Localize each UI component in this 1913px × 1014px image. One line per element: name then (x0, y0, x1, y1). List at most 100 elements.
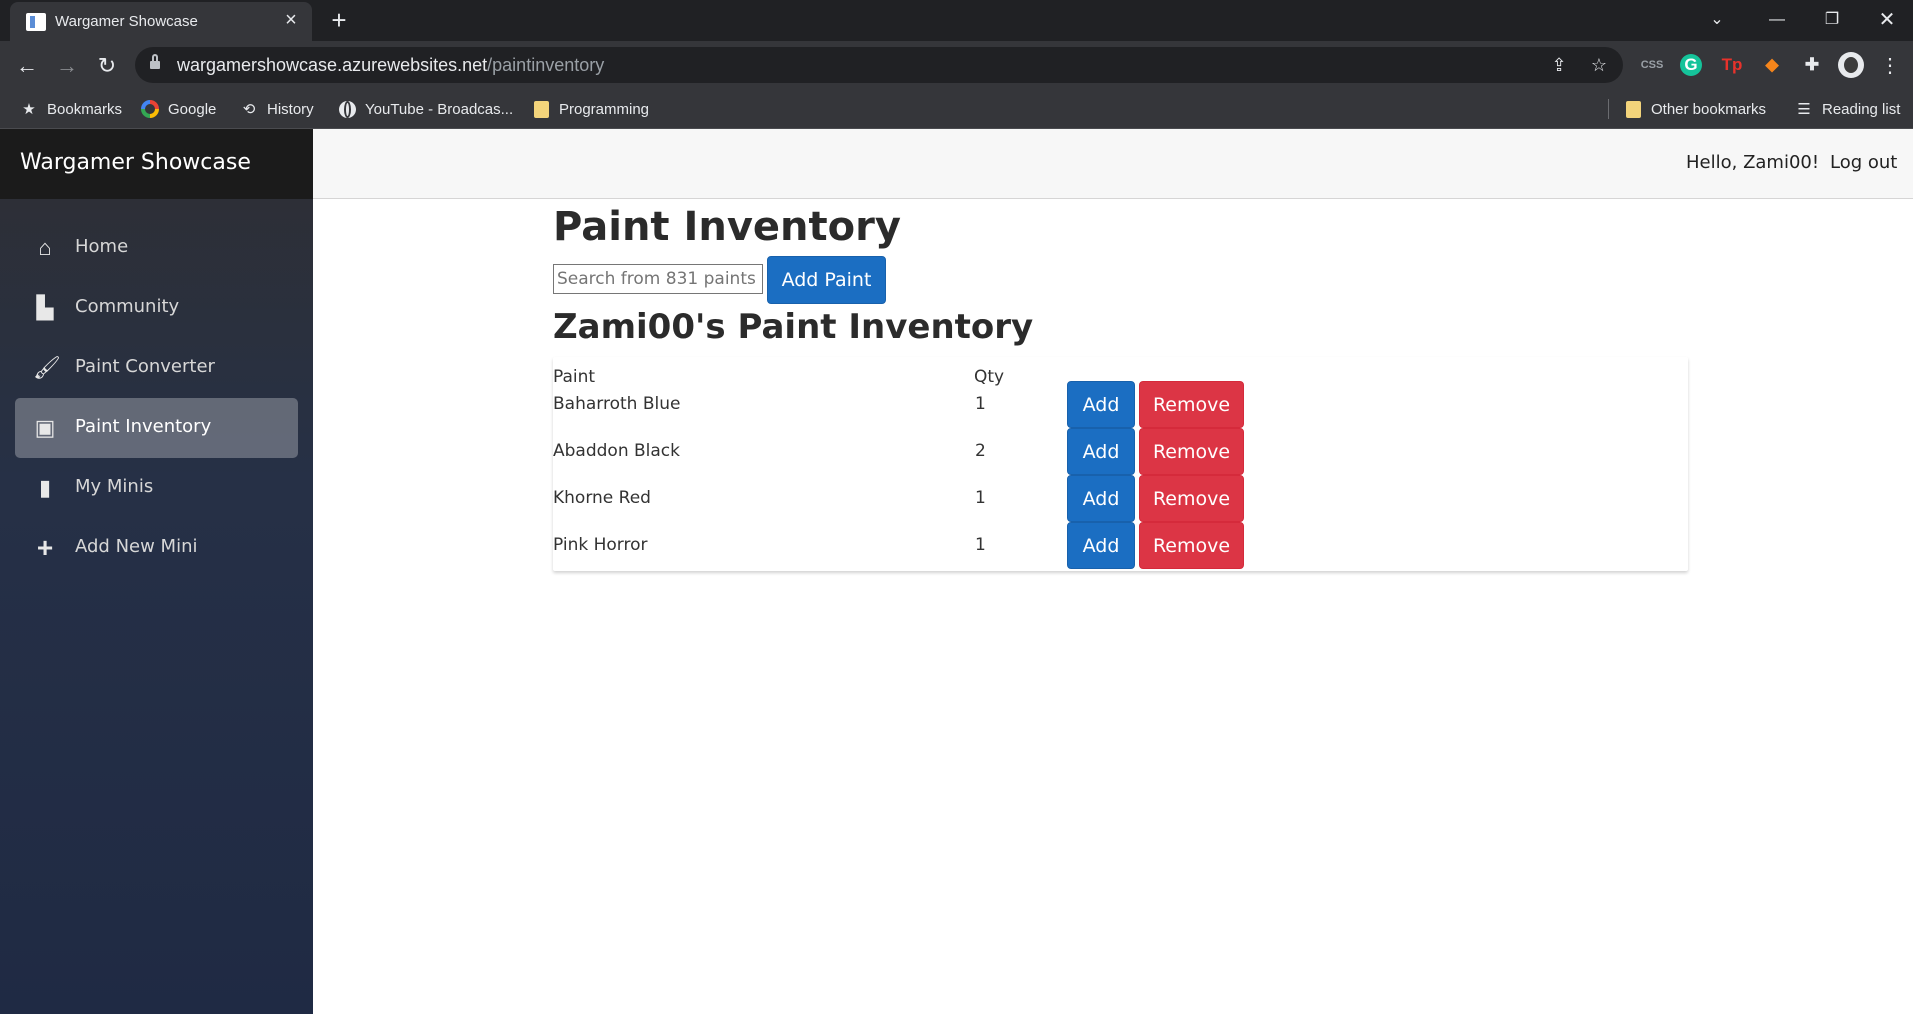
css-extension-icon[interactable]: CSS (1640, 53, 1664, 77)
back-icon[interactable]: ← (12, 51, 42, 81)
browser-toolbar: ← → ↻ wargamershowcase.azurewebsites.net… (0, 41, 1913, 89)
extensions-puzzle-icon[interactable]: ✚ (1800, 53, 1824, 77)
bookmarks-bar: ★ Bookmarks Google ⟲ History YouTube - B… (0, 89, 1913, 129)
top-bar: Hello, Zami00! Log out (313, 129, 1913, 199)
bookmark-star-icon[interactable]: ☆ (1587, 53, 1611, 77)
remove-button[interactable]: Remove (1139, 428, 1244, 475)
nav-label: My Minis (75, 476, 154, 497)
site-favicon-icon (26, 13, 46, 31)
brand-link[interactable]: Wargamer Showcase (20, 150, 251, 175)
inventory-table: Paint Qty Baharroth Blue 1 Add Remove Ab… (553, 357, 1688, 571)
add-button[interactable]: Add (1067, 522, 1135, 569)
star-icon: ★ (22, 101, 36, 118)
bookmark-item[interactable]: ⟲ History (240, 97, 314, 121)
nav-item-community[interactable]: ▙ Community (15, 278, 298, 338)
bookmarks-divider (1608, 99, 1609, 119)
bookmark-label: Google (168, 100, 217, 118)
nav-label: Paint Converter (75, 356, 215, 377)
lock-icon[interactable] (150, 54, 160, 71)
plus-icon: + (36, 532, 54, 563)
tab-search-icon[interactable]: ⌄ (1702, 6, 1732, 34)
user-greeting-link[interactable]: Hello, Zami00! (1686, 152, 1819, 173)
paint-qty: 2 (975, 441, 986, 461)
paint-name: Baharroth Blue (553, 394, 681, 414)
nav-item-my-minis[interactable]: ▮ My Minis (15, 458, 298, 518)
restore-icon[interactable]: ❐ (1817, 6, 1847, 34)
app: Wargamer Showcase ⌂ Home ▙ Community 🖌 P… (0, 129, 1913, 1014)
paint-name: Pink Horror (553, 535, 648, 555)
browser-menu-icon[interactable]: ⋮ (1880, 51, 1900, 81)
share-icon[interactable]: ⇪ (1547, 53, 1571, 77)
browser-tab[interactable]: Wargamer Showcase × (10, 2, 312, 41)
nav-item-paint-inventory[interactable]: ▣ Paint Inventory (15, 398, 298, 458)
bookmark-label: History (267, 100, 314, 118)
bookmark-label: Bookmarks (47, 100, 123, 118)
sidebar: Wargamer Showcase ⌂ Home ▙ Community 🖌 P… (0, 129, 313, 1014)
table-row: Baharroth Blue 1 Add Remove (553, 381, 1688, 428)
paint-qty: 1 (975, 535, 986, 555)
bookmark-label: Other bookmarks (1651, 100, 1767, 118)
paint-name: Abaddon Black (553, 441, 680, 461)
new-tab-icon[interactable]: + (325, 6, 353, 34)
profile-avatar[interactable] (1838, 52, 1864, 78)
globe-icon (338, 100, 356, 118)
remove-button[interactable]: Remove (1139, 475, 1244, 522)
history-icon: ⟲ (242, 101, 256, 118)
page-title: Paint Inventory (553, 204, 901, 250)
nav-item-add-new-mini[interactable]: + Add New Mini (15, 518, 298, 578)
reload-icon[interactable]: ↻ (92, 51, 122, 81)
bookmark-folder[interactable]: Programming (532, 97, 649, 121)
reading-list-button[interactable]: ☰ Reading list (1795, 97, 1900, 121)
nav-item-home[interactable]: ⌂ Home (15, 218, 298, 278)
inventory-title: Zami00's Paint Inventory (553, 307, 1034, 347)
table-row: Khorne Red 1 Add Remove (553, 475, 1688, 522)
add-button[interactable]: Add (1067, 475, 1135, 522)
tp-extension-icon[interactable]: Tp (1720, 53, 1744, 77)
grammarly-icon[interactable]: G (1680, 54, 1702, 76)
metamask-icon[interactable]: ◆ (1760, 53, 1784, 77)
close-window-icon[interactable]: ✕ (1872, 6, 1902, 34)
table-row: Pink Horror 1 Add Remove (553, 522, 1688, 569)
add-paint-button[interactable]: Add Paint (767, 256, 886, 304)
tab-title: Wargamer Showcase (55, 13, 198, 30)
paint-qty: 1 (975, 394, 986, 414)
url-path: /paintinventory (487, 55, 605, 75)
bookmark-item[interactable]: YouTube - Broadcas... (338, 97, 513, 121)
minimize-icon[interactable]: — (1762, 6, 1792, 34)
nav-label: Community (75, 296, 180, 317)
bookmark-folder[interactable]: Other bookmarks (1624, 97, 1766, 121)
google-icon (141, 100, 159, 118)
paint-qty: 1 (975, 488, 986, 508)
address-bar[interactable]: wargamershowcase.azurewebsites.net/paint… (135, 47, 1623, 83)
bookmark-label: YouTube - Broadcas... (365, 100, 514, 118)
bookmark-icon: ▮ (38, 475, 52, 500)
browser-tabstrip: Wargamer Showcase × + ⌄ — ❐ ✕ (0, 0, 1913, 41)
remove-button[interactable]: Remove (1139, 381, 1244, 428)
nav-label: Add New Mini (75, 536, 198, 557)
bookmark-label: Programming (559, 100, 650, 118)
remove-button[interactable]: Remove (1139, 522, 1244, 569)
folder-icon (1624, 100, 1642, 118)
brush-icon: 🖌 (33, 355, 61, 380)
folder-icon (532, 100, 550, 118)
reading-list-icon: ☰ (1797, 101, 1811, 118)
book-icon: ▙ (36, 295, 54, 320)
add-button[interactable]: Add (1067, 381, 1135, 428)
add-button[interactable]: Add (1067, 428, 1135, 475)
paint-search-input[interactable] (553, 264, 763, 294)
url-text: wargamershowcase.azurewebsites.net/paint… (177, 55, 604, 76)
bookmark-item[interactable]: ★ Bookmarks (20, 97, 122, 121)
nav-item-paint-converter[interactable]: 🖌 Paint Converter (15, 338, 298, 398)
forward-icon[interactable]: → (52, 51, 82, 81)
paint-name: Khorne Red (553, 488, 651, 508)
close-tab-icon[interactable]: × (280, 9, 302, 31)
bookmark-label: Reading list (1822, 100, 1901, 118)
url-host: wargamershowcase.azurewebsites.net (177, 55, 488, 75)
box-icon: ▣ (34, 415, 56, 440)
bookmark-item[interactable]: Google (141, 97, 216, 121)
table-row: Abaddon Black 2 Add Remove (553, 428, 1688, 475)
nav-label: Home (75, 236, 129, 257)
nav-label: Paint Inventory (75, 416, 212, 437)
logout-link[interactable]: Log out (1830, 152, 1897, 173)
brand-bar: Wargamer Showcase (0, 129, 313, 199)
